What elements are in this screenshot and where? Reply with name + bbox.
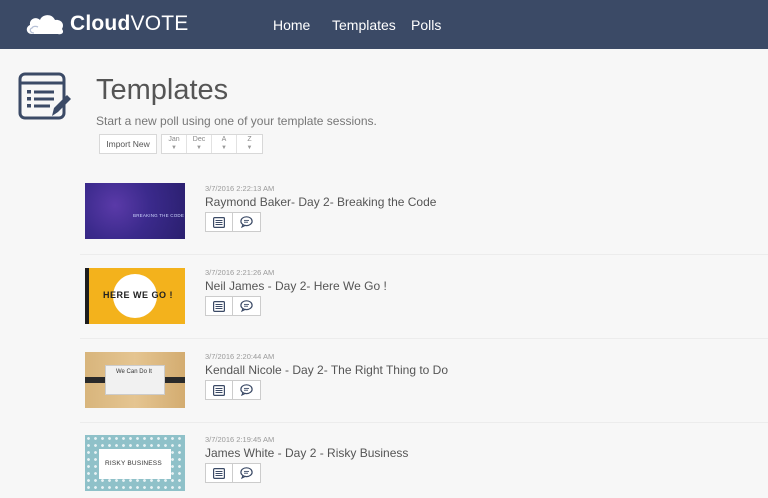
template-timestamp: 3/7/2016 2:20:44 AM <box>205 352 275 361</box>
caret-down-icon: ▼ <box>246 145 253 151</box>
sort-label: A <box>221 136 227 143</box>
template-actions <box>205 380 448 400</box>
list-icon <box>213 467 225 479</box>
caret-down-icon: ▼ <box>221 145 227 151</box>
start-poll-button[interactable] <box>233 463 261 483</box>
thumbnail-title: HERE WE GO ! <box>103 290 174 300</box>
template-title[interactable]: Raymond Baker- Day 2- Breaking the Code <box>205 195 436 209</box>
sort-newest-button[interactable]: Dec ▼ <box>187 135 212 153</box>
nav-polls[interactable]: Polls <box>411 17 441 33</box>
template-thumbnail[interactable]: We Can Do It <box>85 352 185 408</box>
sort-label: Dec <box>192 136 206 143</box>
brand-name-light: VOTE <box>130 12 189 35</box>
template-title[interactable]: Kendall Nicole - Day 2- The Right Thing … <box>205 363 448 377</box>
template-timestamp: 3/7/2016 2:22:13 AM <box>205 184 275 193</box>
start-poll-button[interactable] <box>233 380 261 400</box>
template-thumbnail[interactable]: HERE WE GO ! <box>85 268 185 324</box>
template-thumbnail[interactable]: RISKY BUSINESS <box>85 435 185 491</box>
sort-z-a-button[interactable]: Z ▼ <box>237 135 262 153</box>
list-icon <box>213 384 225 396</box>
sort-label: Jan <box>168 136 180 143</box>
sort-label: Z <box>247 136 252 143</box>
speech-bubble-icon <box>240 216 253 228</box>
page-title: Templates <box>96 74 229 106</box>
template-actions <box>205 296 387 316</box>
speech-bubble-icon <box>240 384 253 396</box>
logo[interactable]: CloudVOTE <box>24 10 188 38</box>
import-new-button[interactable]: Import New <box>99 134 157 154</box>
nav-templates[interactable]: Templates <box>332 17 396 33</box>
template-row: HERE WE GO ! 3/7/2016 2:21:26 AM Neil Ja… <box>80 254 768 338</box>
template-meta: 3/7/2016 2:22:13 AM Raymond Baker- Day 2… <box>205 184 436 232</box>
speech-bubble-icon <box>240 467 253 479</box>
template-title[interactable]: James White - Day 2 - Risky Business <box>205 446 408 460</box>
template-row: We Can Do It 3/7/2016 2:20:44 AM Kendall… <box>80 338 768 422</box>
caret-down-icon: ▼ <box>196 145 202 151</box>
brand-name-bold: Cloud <box>70 12 131 35</box>
caret-down-icon: ▼ <box>171 145 177 151</box>
template-row: RISKY BUSINESS 3/7/2016 2:19:45 AM James… <box>80 422 768 498</box>
toolbar: Import New Jan ▼ Dec ▼ A ▼ Z ▼ <box>99 134 263 154</box>
thumbnail-title: BREAKING THE CODE <box>133 213 185 218</box>
template-meta: 3/7/2016 2:20:44 AM Kendall Nicole - Day… <box>205 352 448 400</box>
nav-home[interactable]: Home <box>273 17 310 33</box>
thumbnail-stripe <box>85 268 89 324</box>
template-actions <box>205 463 408 483</box>
view-list-button[interactable] <box>205 296 233 316</box>
start-poll-button[interactable] <box>233 212 261 232</box>
template-meta: 3/7/2016 2:21:26 AM Neil James - Day 2- … <box>205 268 387 316</box>
template-meta: 3/7/2016 2:19:45 AM James White - Day 2 … <box>205 435 408 483</box>
thumbnail-title: RISKY BUSINESS <box>105 460 162 467</box>
top-navbar: CloudVOTE Home Templates Polls <box>0 0 768 49</box>
template-row: BREAKING THE CODE 3/7/2016 2:22:13 AM Ra… <box>80 172 768 256</box>
cloud-icon <box>26 15 64 35</box>
template-actions <box>205 212 436 232</box>
template-list-icon <box>18 72 71 120</box>
list-icon <box>213 300 225 312</box>
speech-bubble-icon <box>240 300 253 312</box>
start-poll-button[interactable] <box>233 296 261 316</box>
template-thumbnail[interactable]: BREAKING THE CODE <box>85 183 185 239</box>
view-list-button[interactable] <box>205 463 233 483</box>
view-list-button[interactable] <box>205 212 233 232</box>
sort-oldest-button[interactable]: Jan ▼ <box>162 135 187 153</box>
thumbnail-title: We Can Do It <box>116 369 152 375</box>
template-timestamp: 3/7/2016 2:21:26 AM <box>205 268 275 277</box>
view-list-button[interactable] <box>205 380 233 400</box>
page-subtitle: Start a new poll using one of your templ… <box>96 114 377 128</box>
sort-a-z-button[interactable]: A ▼ <box>212 135 237 153</box>
template-title[interactable]: Neil James - Day 2- Here We Go ! <box>205 279 387 293</box>
sort-button-group: Jan ▼ Dec ▼ A ▼ Z ▼ <box>161 134 263 154</box>
brand-name: CloudVOTE <box>70 12 188 36</box>
template-timestamp: 3/7/2016 2:19:45 AM <box>205 435 275 444</box>
list-icon <box>213 216 225 228</box>
